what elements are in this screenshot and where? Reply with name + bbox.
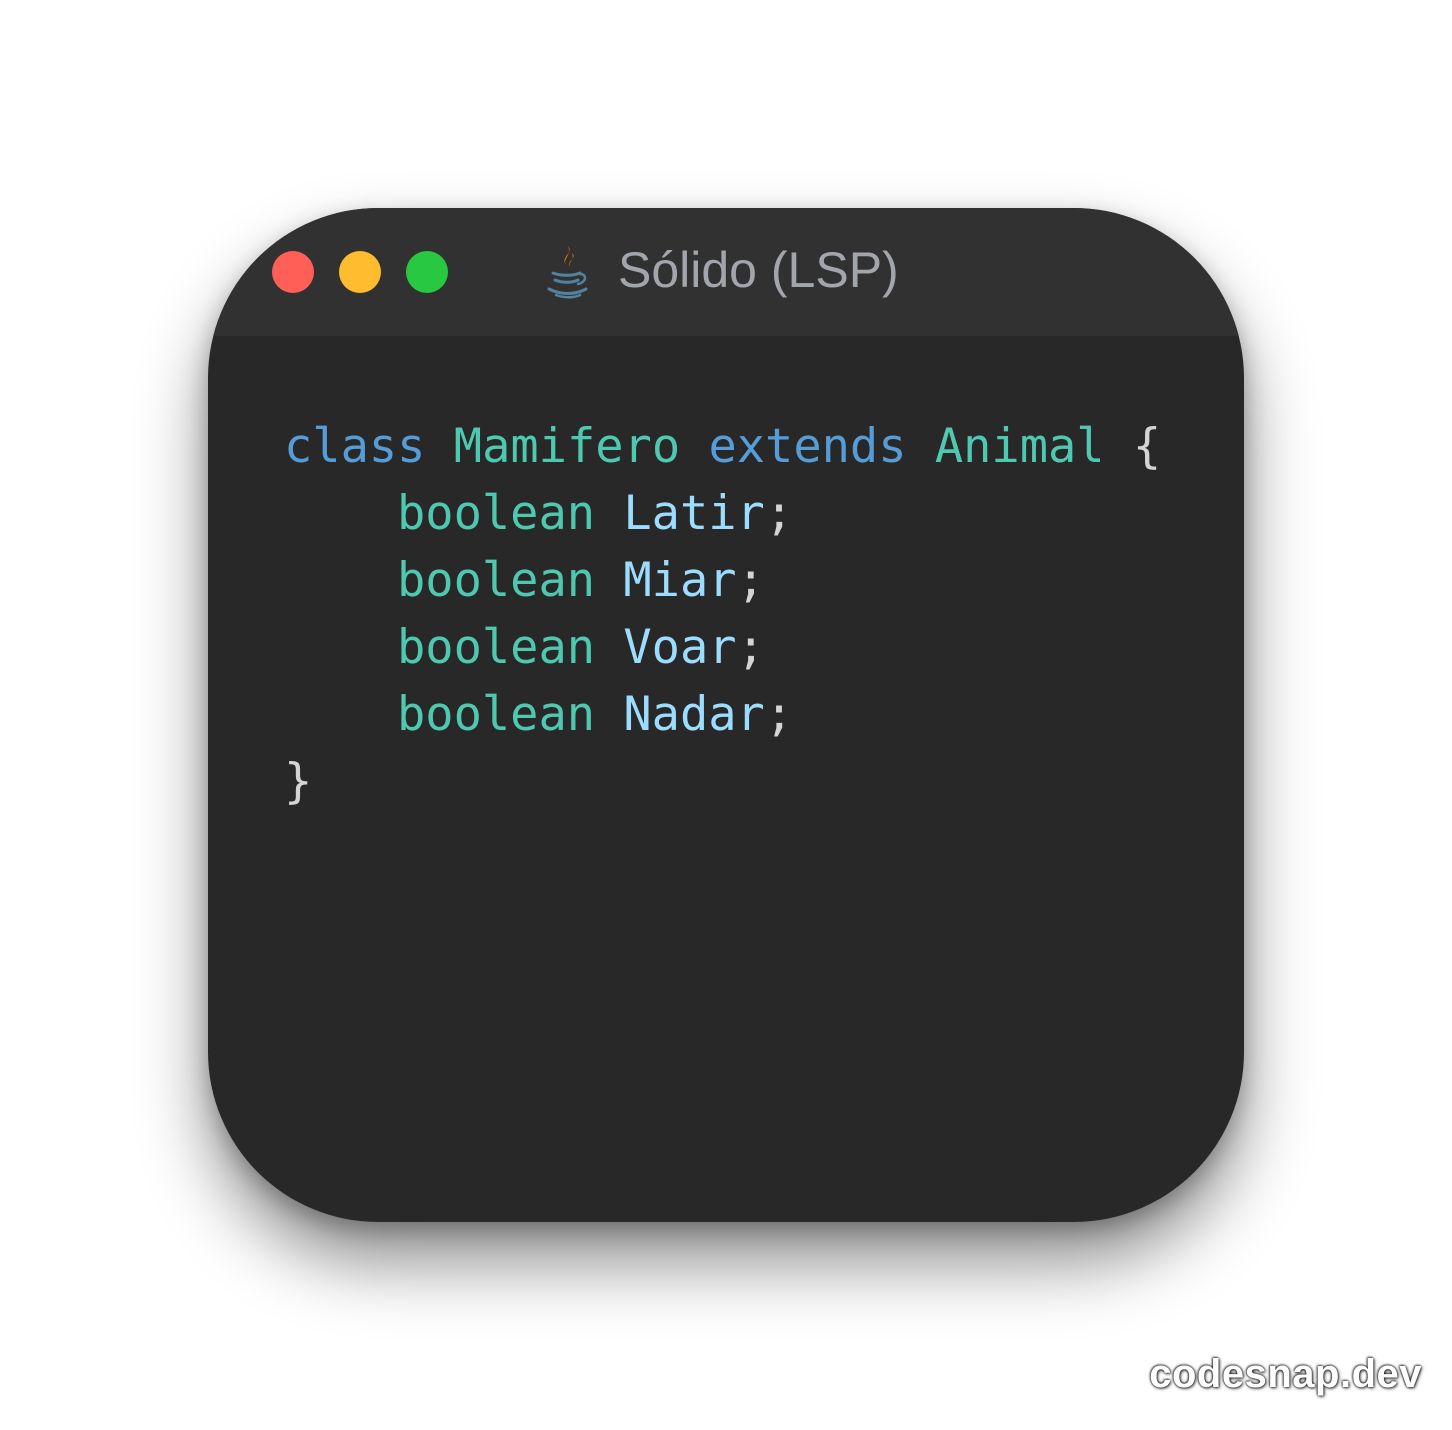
type-token: boolean: [397, 553, 596, 608]
close-brace-token: }: [284, 754, 313, 809]
class-name-token: Mamifero: [453, 419, 681, 474]
field-name-token: Miar: [623, 553, 737, 608]
code-line: }: [284, 748, 1161, 815]
code-line: boolean Nadar;: [284, 681, 1161, 748]
close-window-button[interactable]: [272, 251, 314, 293]
page-canvas: Sólido (LSP) class Mamifero extends Anim…: [0, 0, 1452, 1430]
parent-class-token: Animal: [934, 419, 1105, 474]
java-icon: [547, 246, 588, 299]
code-block: class Mamifero extends Animal {boolean L…: [284, 413, 1161, 815]
semicolon-token: ;: [736, 620, 765, 675]
code-line: class Mamifero extends Animal {: [284, 413, 1161, 480]
field-name-token: Voar: [623, 620, 737, 675]
window-title: Sólido (LSP): [618, 242, 899, 298]
minimize-window-button[interactable]: [339, 251, 381, 293]
type-token: boolean: [397, 486, 596, 541]
window-titlebar: Sólido (LSP): [208, 208, 1244, 336]
type-token: boolean: [397, 620, 596, 675]
field-name-token: Nadar: [623, 687, 765, 742]
code-window: Sólido (LSP) class Mamifero extends Anim…: [208, 208, 1244, 1222]
semicolon-token: ;: [736, 553, 765, 608]
field-name-token: Latir: [623, 486, 765, 541]
keyword-token: extends: [708, 419, 907, 474]
code-line: boolean Latir;: [284, 480, 1161, 547]
open-brace-token: {: [1132, 419, 1162, 474]
zoom-window-button[interactable]: [406, 251, 448, 293]
type-token: boolean: [397, 687, 596, 742]
semicolon-token: ;: [764, 687, 794, 742]
semicolon-token: ;: [764, 486, 794, 541]
watermark: codesnap.dev: [1149, 1352, 1422, 1396]
code-line: boolean Miar;: [284, 547, 1161, 614]
code-line: boolean Voar;: [284, 614, 1161, 681]
keyword-token: class: [284, 419, 426, 474]
